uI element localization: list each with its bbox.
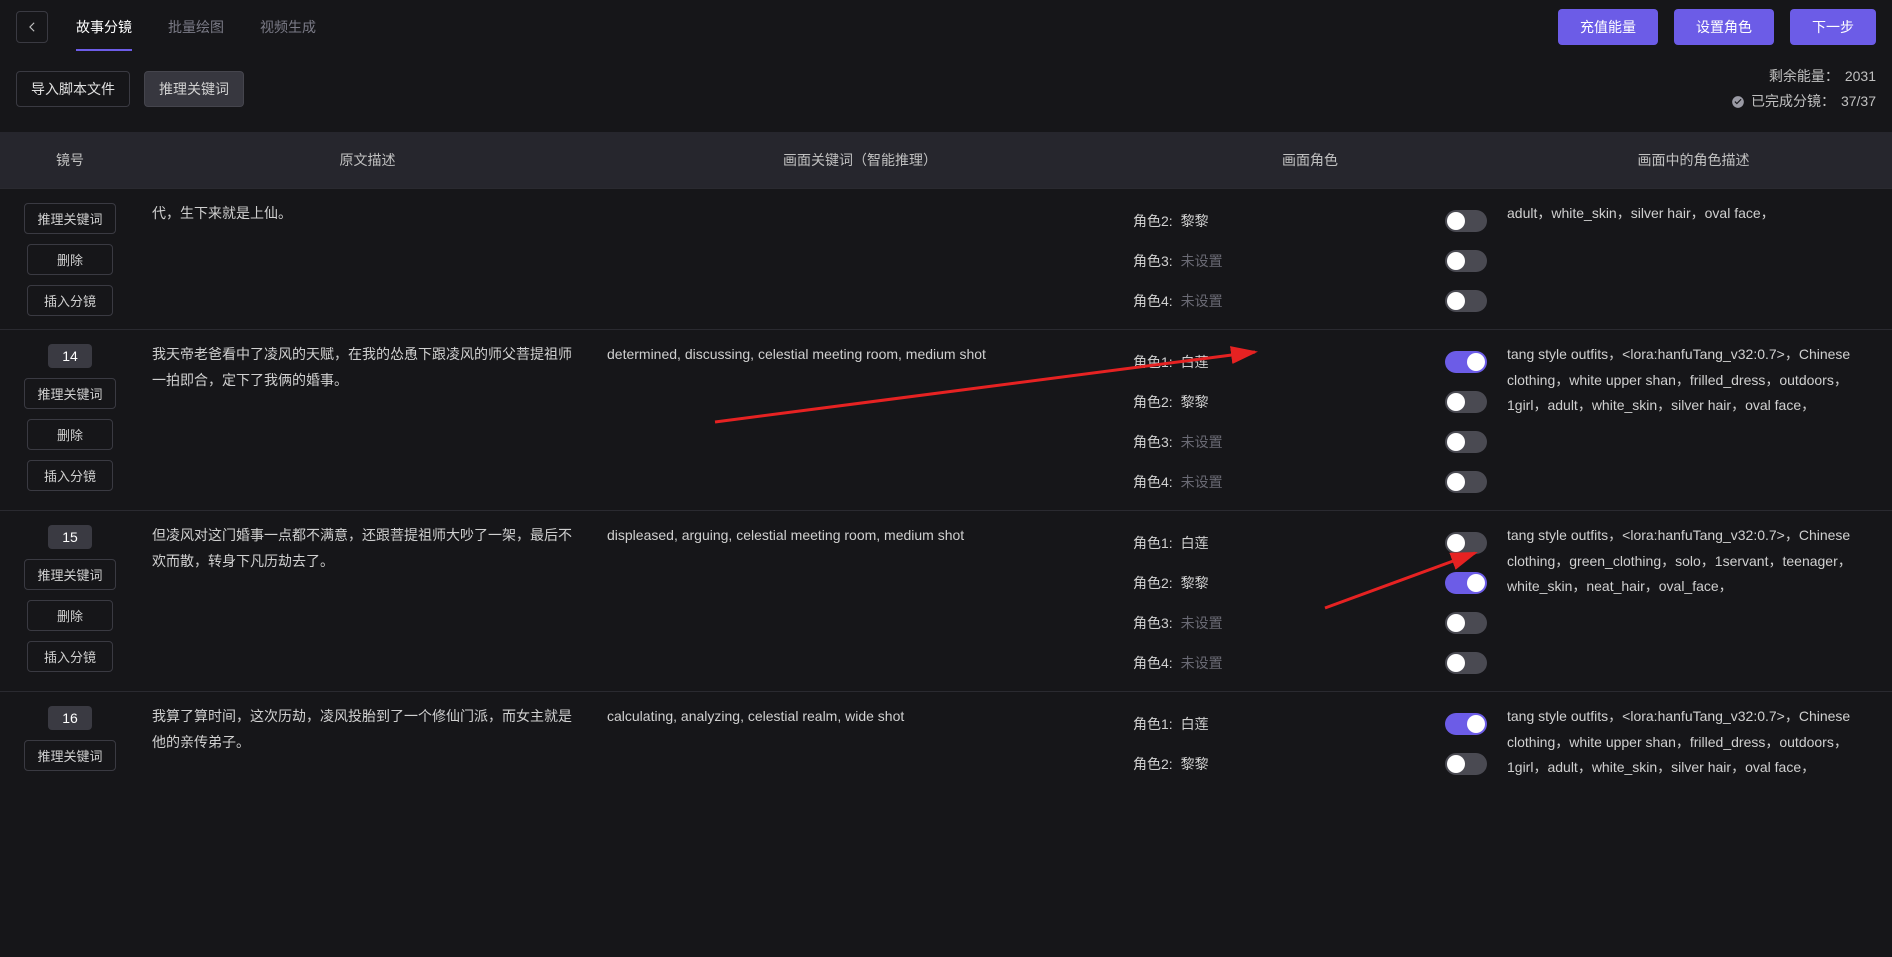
row-insert-button[interactable]: 插入分镜 <box>27 460 113 491</box>
role-toggle[interactable] <box>1445 391 1487 413</box>
recharge-button[interactable]: 充值能量 <box>1558 9 1658 45</box>
role-toggle[interactable] <box>1445 210 1487 232</box>
role-label: 角色2: 黎黎 <box>1133 392 1209 412</box>
row-infer-button[interactable]: 推理关键词 <box>24 559 115 590</box>
role-description[interactable]: adult，white_skin，silver hair，oval face， <box>1495 201 1892 321</box>
role-label: 角色3: 未设置 <box>1133 251 1223 271</box>
row-insert-button[interactable]: 插入分镜 <box>27 641 113 672</box>
role-toggle[interactable] <box>1445 753 1487 775</box>
role-label: 角色3: 未设置 <box>1133 432 1223 452</box>
th-kw: 画面关键词（智能推理） <box>595 150 1125 170</box>
done-label: 已完成分镜： <box>1751 89 1835 114</box>
role-description[interactable]: tang style outfits，<lora:hanfuTang_v32:0… <box>1495 342 1892 502</box>
role-label: 角色1: 白莲 <box>1133 533 1209 553</box>
check-circle-icon <box>1731 95 1745 109</box>
role-label: 角色2: 黎黎 <box>1133 573 1209 593</box>
done-value: 37/37 <box>1841 89 1876 114</box>
role-label: 角色4: 未设置 <box>1133 291 1223 311</box>
th-id: 镜号 <box>0 150 140 170</box>
role-label: 角色1: 白莲 <box>1133 352 1209 372</box>
role-toggle[interactable] <box>1445 471 1487 493</box>
row-delete-button[interactable]: 删除 <box>27 244 113 275</box>
table-row: 16 推理关键词我算了算时间，这次历劫，凌风投胎到了一个修仙门派，而女主就是他的亲… <box>0 691 1892 792</box>
th-orig: 原文描述 <box>140 150 595 170</box>
shot-number: 15 <box>48 525 92 549</box>
role-description[interactable]: tang style outfits，<lora:hanfuTang_v32:0… <box>1495 523 1892 683</box>
keywords-text[interactable] <box>595 201 1125 321</box>
table-row: 15 推理关键词删除插入分镜但凌风对这门婚事一点都不满意，还跟菩提祖师大吵了一架，… <box>0 510 1892 691</box>
original-text[interactable]: 但凌风对这门婚事一点都不满意，还跟菩提祖师大吵了一架，最后不欢而散，转身下凡历劫… <box>140 523 595 683</box>
role-label: 角色3: 未设置 <box>1133 613 1223 633</box>
table-row: 推理关键词删除插入分镜代，生下来就是上仙。 角色2: 黎黎角色3: 未设置角色4:… <box>0 188 1892 329</box>
original-text[interactable]: 我天帝老爸看中了凌风的天赋，在我的怂恿下跟凌风的师父菩提祖师一拍即合，定下了我俩… <box>140 342 595 502</box>
role-label: 角色4: 未设置 <box>1133 472 1223 492</box>
th-desc: 画面中的角色描述 <box>1495 150 1892 170</box>
shot-number: 14 <box>48 344 92 368</box>
role-label: 角色1: 白莲 <box>1133 714 1209 734</box>
roles-cell: 角色1: 白莲角色2: 黎黎 <box>1125 704 1495 784</box>
role-label: 角色2: 黎黎 <box>1133 754 1209 774</box>
row-infer-button[interactable]: 推理关键词 <box>24 740 115 771</box>
role-toggle[interactable] <box>1445 612 1487 634</box>
role-toggle[interactable] <box>1445 250 1487 272</box>
role-toggle[interactable] <box>1445 351 1487 373</box>
original-text[interactable]: 代，生下来就是上仙。 <box>140 201 595 321</box>
energy-label: 剩余能量： <box>1769 64 1839 89</box>
role-toggle[interactable] <box>1445 713 1487 735</box>
energy-value: 2031 <box>1845 64 1876 89</box>
import-script-button[interactable]: 导入脚本文件 <box>16 71 130 107</box>
roles-cell: 角色1: 白莲角色2: 黎黎角色3: 未设置角色4: 未设置 <box>1125 342 1495 502</box>
back-button[interactable] <box>16 11 48 43</box>
keywords-text[interactable]: calculating, analyzing, celestial realm,… <box>595 704 1125 784</box>
set-role-button[interactable]: 设置角色 <box>1674 9 1774 45</box>
chevron-left-icon <box>25 20 39 34</box>
tab-2[interactable]: 视频生成 <box>260 3 316 51</box>
infer-keywords-button[interactable]: 推理关键词 <box>144 71 244 107</box>
role-toggle[interactable] <box>1445 652 1487 674</box>
table-row: 14 推理关键词删除插入分镜我天帝老爸看中了凌风的天赋，在我的怂恿下跟凌风的师父菩… <box>0 329 1892 510</box>
role-toggle[interactable] <box>1445 431 1487 453</box>
role-label: 角色4: 未设置 <box>1133 653 1223 673</box>
row-infer-button[interactable]: 推理关键词 <box>24 203 115 234</box>
role-toggle[interactable] <box>1445 532 1487 554</box>
roles-cell: 角色1: 白莲角色2: 黎黎角色3: 未设置角色4: 未设置 <box>1125 523 1495 683</box>
original-text[interactable]: 我算了算时间，这次历劫，凌风投胎到了一个修仙门派，而女主就是他的亲传弟子。 <box>140 704 595 784</box>
role-description[interactable]: tang style outfits，<lora:hanfuTang_v32:0… <box>1495 704 1892 784</box>
row-delete-button[interactable]: 删除 <box>27 419 113 450</box>
role-toggle[interactable] <box>1445 572 1487 594</box>
role-toggle[interactable] <box>1445 290 1487 312</box>
shot-number: 16 <box>48 706 92 730</box>
row-infer-button[interactable]: 推理关键词 <box>24 378 115 409</box>
row-insert-button[interactable]: 插入分镜 <box>27 285 113 316</box>
role-label: 角色2: 黎黎 <box>1133 211 1209 231</box>
keywords-text[interactable]: determined, discussing, celestial meetin… <box>595 342 1125 502</box>
keywords-text[interactable]: displeased, arguing, celestial meeting r… <box>595 523 1125 683</box>
row-delete-button[interactable]: 删除 <box>27 600 113 631</box>
roles-cell: 角色2: 黎黎角色3: 未设置角色4: 未设置 <box>1125 201 1495 321</box>
th-role: 画面角色 <box>1125 150 1495 170</box>
tab-1[interactable]: 批量绘图 <box>168 3 224 51</box>
tab-0[interactable]: 故事分镜 <box>76 3 132 51</box>
next-step-button[interactable]: 下一步 <box>1790 9 1876 45</box>
